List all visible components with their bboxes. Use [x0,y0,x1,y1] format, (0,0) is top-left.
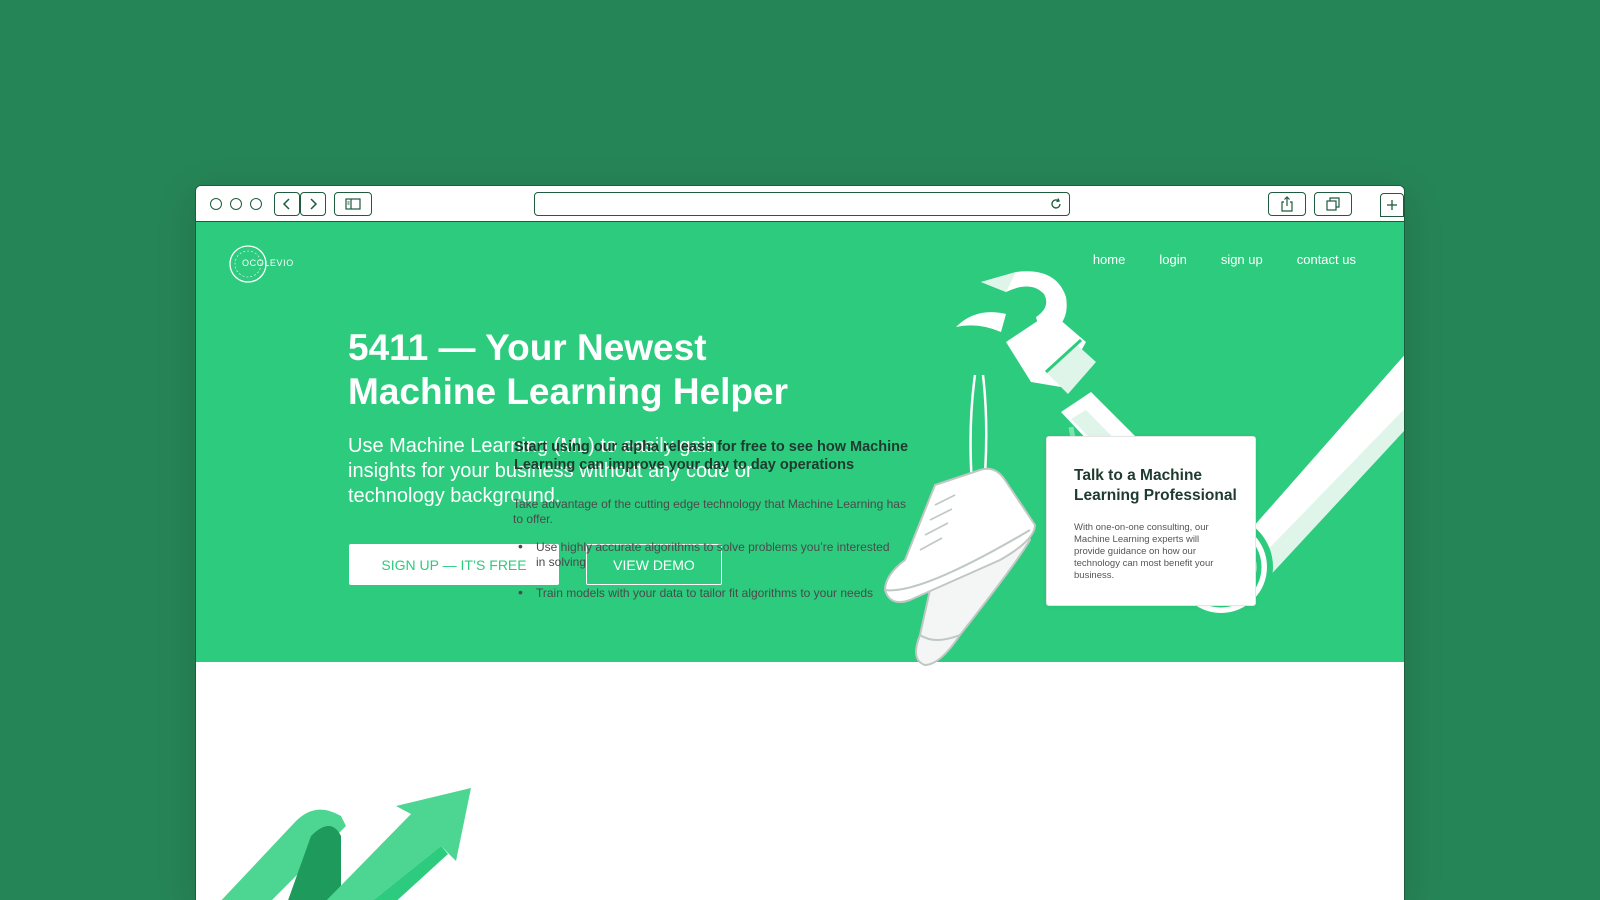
forward-button[interactable] [300,192,326,216]
hero-title-line2: Machine Learning Helper [348,371,788,412]
share-icon [1281,196,1293,212]
features-heading: Start using our alpha release for free t… [514,439,909,473]
browser-toolbar [196,186,1404,222]
sidebar-toggle-button[interactable] [334,192,372,216]
zoom-window-button[interactable] [250,198,262,210]
growth-arrows-illustration [221,788,471,900]
minimize-window-button[interactable] [230,198,242,210]
hero-title-line1: 5411 — Your Newest [348,327,707,368]
list-item: Train models with your data to tailor fi… [516,585,896,601]
list-item: Use highly accurate algorithms to solve … [516,539,896,570]
chevron-right-icon [310,198,318,210]
features-list: Use highly accurate algorithms to solve … [516,539,896,617]
new-tab-button[interactable] [1380,193,1404,217]
sneakers-illustration [883,374,1037,667]
share-button[interactable] [1268,192,1306,216]
chevron-left-icon [282,198,290,210]
tabs-icon [1326,197,1340,211]
card-body: With one-on-one consulting, our Machine … [1074,522,1214,581]
plus-icon [1387,200,1397,210]
consulting-card[interactable]: Talk to a Machine Learning Professional … [1046,436,1256,606]
browser-window: OCOLEVIO home login sign up contact us 5… [195,185,1405,900]
tabs-overview-button[interactable] [1314,192,1352,216]
close-window-button[interactable] [210,198,222,210]
reload-icon[interactable] [1049,197,1063,211]
site-logo[interactable]: OCOLEVIO [228,242,298,286]
sidebar-icon [345,198,361,210]
address-bar[interactable] [534,192,1070,216]
back-button[interactable] [274,192,300,216]
features-intro: Take advantage of the cutting edge techn… [513,497,906,526]
hero-title: 5411 — Your Newest Machine Learning Help… [348,326,828,414]
card-title: Talk to a Machine Learning Professional [1074,467,1237,504]
logo-text: OCOLEVIO [242,258,294,268]
